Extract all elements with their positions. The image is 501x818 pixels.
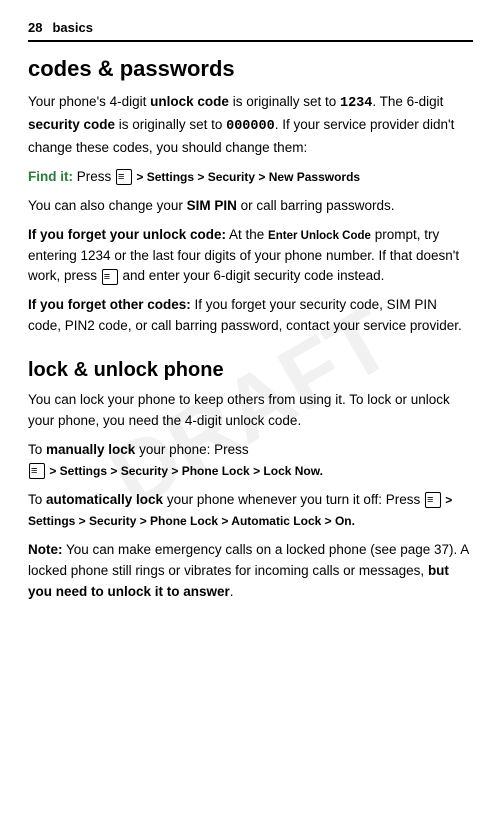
menu-icon-3: [29, 463, 45, 479]
paragraph-3: If you forget your unlock code: At the E…: [28, 225, 473, 288]
forget-unlock-label: If you forget your unlock code:: [28, 227, 226, 242]
paragraph-2: You can also change your SIM PIN or call…: [28, 196, 473, 217]
page-header: 28 basics: [28, 20, 473, 42]
enter-unlock-code-prompt: Enter Unlock Code: [268, 230, 371, 242]
paragraph-5: You can lock your phone to keep others f…: [28, 390, 473, 432]
page-number: 28: [28, 20, 42, 35]
find-it-label: Find it:: [28, 169, 73, 184]
manually-lock-label: manually lock: [46, 442, 135, 457]
menu-icon-2: [102, 269, 118, 285]
paragraph-4: If you forget other codes: If you forget…: [28, 295, 473, 337]
security-code-label: security code: [28, 117, 115, 132]
menu-icon-1: [116, 169, 132, 185]
note-label: Note:: [28, 542, 63, 557]
manually-lock-nav: > Settings > Security > Phone Lock > Loc…: [46, 464, 323, 478]
find-it-nav: > Settings > Security > New Passwords: [133, 170, 360, 184]
paragraph-6: To manually lock your phone: Press > Set…: [28, 440, 473, 482]
menu-icon-4: [425, 492, 441, 508]
section1-title: codes & passwords: [28, 56, 473, 82]
paragraph-7: To automatically lock your phone wheneve…: [28, 490, 473, 532]
unlock-to-answer-text: but you need to unlock it to answer: [28, 563, 449, 599]
default-unlock-code: 1234: [340, 96, 372, 111]
automatically-lock-label: automatically lock: [46, 492, 163, 507]
default-security-code: 000000: [226, 119, 275, 134]
paragraph-1: Your phone's 4-digit unlock code is orig…: [28, 92, 473, 159]
paragraph-8-note: Note: You can make emergency calls on a …: [28, 540, 473, 603]
header-label: basics: [52, 20, 92, 35]
forget-other-label: If you forget other codes:: [28, 297, 191, 312]
find-it-line: Find it: Press > Settings > Security > N…: [28, 167, 473, 188]
section2-title: lock & unlock phone: [28, 359, 473, 382]
unlock-code-label: unlock code: [150, 94, 229, 109]
find-it-instruction: Press: [77, 169, 115, 184]
sim-pin-label: SIM PIN: [187, 198, 237, 213]
